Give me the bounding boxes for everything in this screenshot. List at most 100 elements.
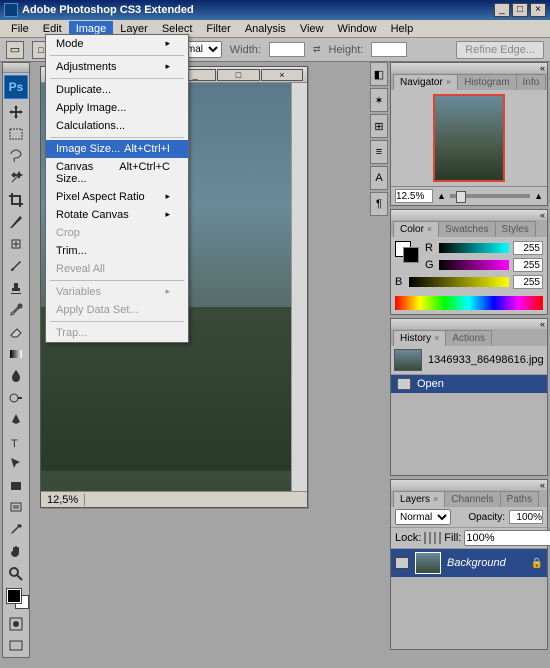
menu-help[interactable]: Help — [384, 21, 421, 37]
lock-image-icon[interactable] — [429, 532, 431, 544]
color-slider[interactable] — [409, 277, 509, 287]
window-minimize-button[interactable]: _ — [494, 3, 510, 17]
swap-icon[interactable]: ⇄ — [313, 44, 321, 55]
history-brush-tool[interactable] — [3, 299, 29, 321]
menu-item-mode[interactable]: Mode — [46, 35, 188, 53]
lock-all-icon[interactable] — [439, 532, 441, 544]
doc-maximize-button[interactable]: □ — [217, 69, 259, 81]
lock-position-icon[interactable] — [434, 532, 436, 544]
zoom-in-icon[interactable]: ▲ — [534, 191, 543, 201]
panel-icon[interactable]: ¶ — [370, 192, 388, 216]
window-close-button[interactable]: × — [530, 3, 546, 17]
marquee-tool-preset-icon[interactable]: ▭ — [6, 41, 24, 59]
brush-tool[interactable] — [3, 255, 29, 277]
menu-item-trim-[interactable]: Trim... — [46, 242, 188, 260]
path-select-tool[interactable] — [3, 453, 29, 475]
menu-item-canvas-size-[interactable]: Canvas Size...Alt+Ctrl+C — [46, 158, 188, 188]
navigator-zoom-slider[interactable] — [450, 194, 530, 198]
panel-icon[interactable]: ≡ — [370, 140, 388, 164]
panel-icon[interactable]: ◧ — [370, 62, 388, 86]
menu-view[interactable]: View — [293, 21, 331, 37]
eraser-tool[interactable] — [3, 321, 29, 343]
quickmask-button[interactable] — [3, 613, 29, 635]
toolbox-header[interactable] — [3, 63, 29, 73]
menu-item-calculations-[interactable]: Calculations... — [46, 117, 188, 135]
height-input[interactable] — [371, 42, 407, 57]
blend-mode-select[interactable]: Normal — [395, 509, 451, 525]
type-tool[interactable]: T — [3, 431, 29, 453]
layer-name[interactable]: Background — [447, 557, 525, 569]
hand-tool[interactable] — [3, 541, 29, 563]
slice-tool[interactable] — [3, 211, 29, 233]
move-tool[interactable] — [3, 101, 29, 123]
color-slider[interactable] — [439, 260, 509, 270]
tab-histogram[interactable]: Histogram — [457, 74, 517, 90]
color-value-input[interactable] — [513, 258, 543, 272]
color-spectrum[interactable] — [395, 296, 543, 310]
dodge-tool[interactable] — [3, 387, 29, 409]
history-step[interactable]: Open — [391, 375, 547, 393]
width-input[interactable] — [269, 42, 305, 57]
color-value-input[interactable] — [513, 275, 543, 289]
marquee-tool[interactable] — [3, 123, 29, 145]
wand-tool[interactable] — [3, 167, 29, 189]
navigator-preview[interactable] — [433, 94, 505, 182]
tab-styles[interactable]: Styles — [495, 221, 536, 237]
foreground-swatch[interactable] — [7, 589, 21, 603]
tab-channels[interactable]: Channels — [444, 491, 500, 507]
blur-tool[interactable] — [3, 365, 29, 387]
lasso-tool[interactable] — [3, 145, 29, 167]
notes-tool[interactable] — [3, 497, 29, 519]
menu-analysis[interactable]: Analysis — [238, 21, 293, 37]
crop-tool[interactable] — [3, 189, 29, 211]
zoom-out-icon[interactable]: ▲ — [437, 191, 446, 201]
panel-collapse-icon[interactable]: « — [540, 210, 545, 220]
menu-item-adjustments[interactable]: Adjustments — [46, 58, 188, 76]
opacity-input[interactable] — [509, 510, 543, 524]
menu-file[interactable]: File — [4, 21, 36, 37]
tab-actions[interactable]: Actions — [445, 330, 492, 346]
stamp-tool[interactable] — [3, 277, 29, 299]
menu-item-duplicate-[interactable]: Duplicate... — [46, 81, 188, 99]
color-slider[interactable] — [439, 243, 509, 253]
history-snapshot-thumb[interactable] — [394, 349, 422, 371]
lock-transparent-icon[interactable] — [424, 532, 426, 544]
shape-tool[interactable] — [3, 475, 29, 497]
menu-item-rotate-canvas[interactable]: Rotate Canvas — [46, 206, 188, 224]
fill-input[interactable] — [464, 530, 550, 546]
menu-item-apply-image-[interactable]: Apply Image... — [46, 99, 188, 117]
color-swatch-zone[interactable] — [3, 585, 29, 613]
pen-tool[interactable] — [3, 409, 29, 431]
menu-filter[interactable]: Filter — [199, 21, 237, 37]
document-zoom[interactable]: 12,5% — [41, 494, 85, 506]
zoom-tool[interactable] — [3, 563, 29, 585]
window-maximize-button[interactable]: □ — [512, 3, 528, 17]
tab-swatches[interactable]: Swatches — [438, 221, 495, 237]
panel-icon[interactable]: ✶ — [370, 88, 388, 112]
panel-icon[interactable]: A — [370, 166, 388, 190]
heal-tool[interactable] — [3, 233, 29, 255]
layer-visibility-icon[interactable] — [395, 557, 409, 569]
tab-info[interactable]: Info — [516, 74, 547, 90]
layer-thumb[interactable] — [415, 552, 441, 574]
color-value-input[interactable] — [513, 241, 543, 255]
panel-collapse-icon[interactable]: « — [540, 480, 545, 490]
panel-collapse-icon[interactable]: « — [540, 319, 545, 329]
doc-close-button[interactable]: × — [261, 69, 303, 81]
color-bg-swatch[interactable] — [403, 247, 419, 263]
tab-history[interactable]: History× — [393, 330, 446, 346]
document-scrollbar-vertical[interactable] — [291, 83, 307, 491]
eyedropper-tool[interactable] — [3, 519, 29, 541]
tab-color[interactable]: Color× — [393, 221, 439, 237]
menu-item-pixel-aspect-ratio[interactable]: Pixel Aspect Ratio — [46, 188, 188, 206]
tab-navigator[interactable]: Navigator× — [393, 74, 458, 90]
menu-item-image-size-[interactable]: Image Size...Alt+Ctrl+I — [46, 140, 188, 158]
panel-collapse-icon[interactable]: « — [540, 63, 545, 73]
tab-paths[interactable]: Paths — [500, 491, 540, 507]
menu-window[interactable]: Window — [330, 21, 383, 37]
screenmode-button[interactable] — [3, 635, 29, 657]
panel-icon[interactable]: ⊞ — [370, 114, 388, 138]
tab-layers[interactable]: Layers× — [393, 491, 445, 507]
layer-row[interactable]: Background 🔒 — [391, 549, 547, 577]
navigator-zoom-input[interactable] — [395, 189, 433, 203]
